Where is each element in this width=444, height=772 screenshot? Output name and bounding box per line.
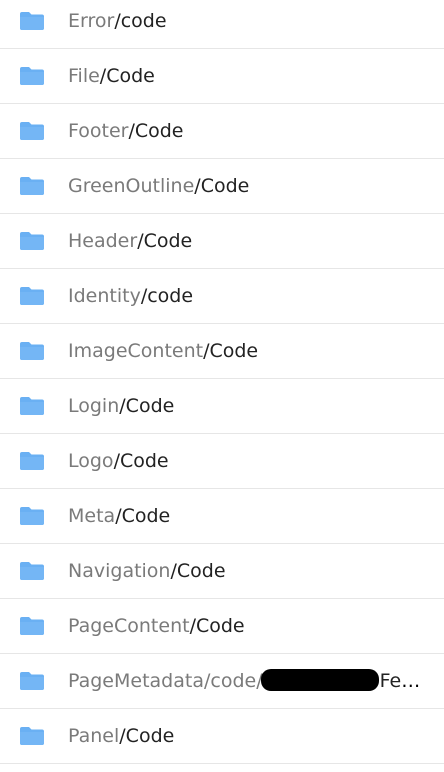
folder-path: PageContent	[68, 615, 190, 637]
folder-label: Header/Code	[68, 229, 192, 253]
folder-path: File	[68, 65, 100, 87]
folder-icon	[19, 671, 45, 691]
folder-icon	[19, 231, 45, 251]
folder-leaf: Code	[209, 340, 259, 362]
folder-row[interactable]: Panel/Code	[0, 709, 444, 764]
folder-label: Panel/Code	[68, 724, 174, 748]
folder-path: Header	[68, 230, 138, 252]
folder-label: File/Code	[68, 64, 155, 88]
folder-icon	[19, 176, 45, 196]
folder-label: Footer/Code	[68, 119, 184, 143]
folder-leaf: Code	[125, 395, 175, 417]
folder-row[interactable]: ImageContent/Code	[0, 324, 444, 379]
folder-row[interactable]: Login/Code	[0, 379, 444, 434]
folder-path: GreenOutline	[68, 175, 195, 197]
folder-icon	[19, 506, 45, 526]
redaction-mark	[260, 669, 379, 691]
folder-row[interactable]: GreenOutline/Code	[0, 159, 444, 214]
folder-icon	[19, 286, 45, 306]
folder-icon	[19, 561, 45, 581]
folder-label: Logo/Code	[68, 449, 169, 473]
folder-row[interactable]: Identity/code	[0, 269, 444, 324]
folder-label: Identity/code	[68, 284, 193, 308]
folder-row[interactable]: Logo/Code	[0, 434, 444, 489]
folder-icon	[19, 726, 45, 746]
folder-path: Identity	[68, 285, 141, 307]
folder-row[interactable]: Header/Code	[0, 214, 444, 269]
folder-leaf: Code	[121, 505, 171, 527]
folder-leaf: Code	[106, 65, 155, 87]
folder-leaf: code	[147, 285, 194, 307]
folder-path: Logo	[68, 450, 114, 472]
folder-leaf: Code	[200, 175, 250, 197]
folder-row[interactable]: Navigation/Code	[0, 544, 444, 599]
folder-row[interactable]: Error/code	[0, 0, 444, 49]
folder-path: Navigation	[68, 560, 171, 582]
folder-leaf: Code	[134, 120, 184, 142]
folder-label: ImageContent/Code	[68, 339, 258, 363]
folder-label: GreenOutline/Code	[68, 174, 249, 198]
folder-row[interactable]: PageMetadata/code/Feat...	[0, 654, 444, 709]
folder-leaf: Code	[176, 560, 226, 582]
folder-label: Login/Code	[68, 394, 174, 418]
folder-leaf: code	[120, 10, 167, 32]
folder-icon	[19, 341, 45, 361]
folder-leaf: Code	[195, 615, 245, 637]
folder-icon	[19, 451, 45, 471]
folder-row[interactable]: File/Code	[0, 49, 444, 104]
folder-path: Login	[68, 395, 120, 417]
folder-path: PageMetadata/code/	[68, 670, 263, 692]
folder-icon	[19, 121, 45, 141]
folder-leaf: Feat...	[379, 670, 430, 692]
folder-path: Meta	[68, 505, 116, 527]
folder-row[interactable]: Footer/Code	[0, 104, 444, 159]
folder-label: Meta/Code	[68, 504, 170, 528]
folder-label: PageMetadata/code/Feat...	[68, 669, 430, 693]
folder-path: Error	[68, 10, 115, 32]
folder-icon	[19, 616, 45, 636]
folder-row[interactable]: PageContent/Code	[0, 599, 444, 654]
folder-leaf: Code	[119, 450, 169, 472]
folder-label: Error/code	[68, 9, 167, 33]
folder-icon	[19, 396, 45, 416]
folder-list: Error/code File/Code Footer/Code GreenOu…	[0, 0, 444, 764]
folder-leaf: Code	[125, 725, 175, 747]
folder-row[interactable]: Meta/Code	[0, 489, 444, 544]
folder-label: PageContent/Code	[68, 614, 245, 638]
folder-leaf: Code	[143, 230, 193, 252]
folder-path: ImageContent	[68, 340, 204, 362]
folder-icon	[19, 11, 45, 31]
folder-icon	[19, 66, 45, 86]
folder-label: Navigation/Code	[68, 559, 226, 583]
folder-path: Panel	[68, 725, 120, 747]
folder-path: Footer	[68, 120, 129, 142]
